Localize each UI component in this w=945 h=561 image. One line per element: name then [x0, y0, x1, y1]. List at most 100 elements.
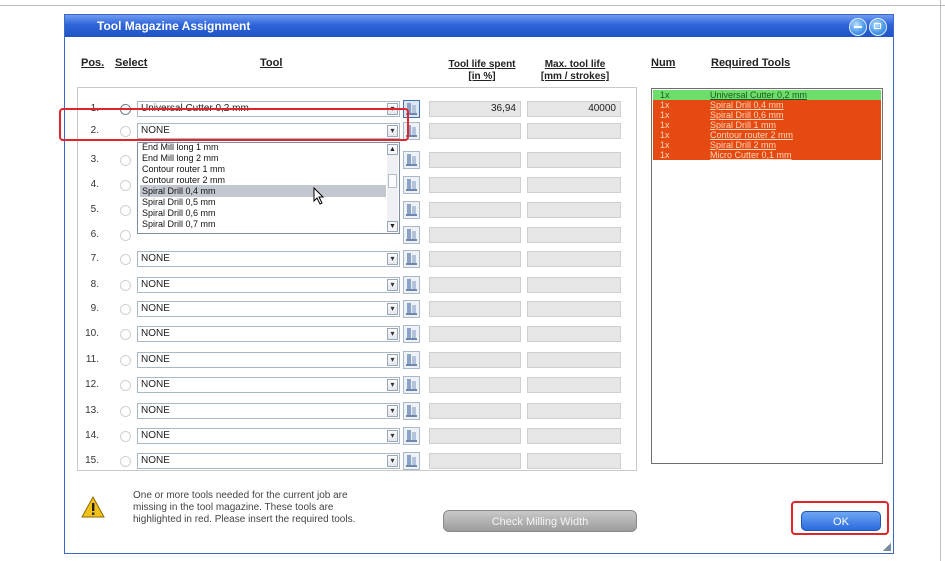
max-tool-life-field — [527, 301, 621, 317]
row-position: 12. — [85, 379, 99, 390]
chevron-down-icon[interactable]: ▾ — [387, 253, 398, 265]
scroll-thumb[interactable] — [388, 174, 397, 188]
row-position: 10. — [85, 328, 99, 339]
tool-select[interactable]: NONE ▾ — [137, 428, 400, 444]
required-tool-count: 1x — [660, 120, 670, 130]
select-radio[interactable] — [120, 230, 131, 241]
tool-magazine-dialog: Tool Magazine Assignment Pos. Select Too… — [59, 14, 894, 554]
required-tool-count: 1x — [660, 100, 670, 110]
select-radio[interactable] — [120, 456, 131, 467]
chevron-down-icon[interactable]: ▾ — [387, 430, 398, 442]
tool-change-icon[interactable] — [403, 226, 420, 244]
max-tool-life-field — [527, 326, 621, 342]
tool-select[interactable]: NONE ▾ — [137, 326, 400, 342]
tool-change-icon[interactable] — [403, 452, 420, 470]
max-tool-life-field — [527, 202, 621, 218]
row-position: 7. — [90, 253, 99, 264]
scroll-up-icon[interactable]: ▲ — [387, 144, 398, 155]
tool-change-icon[interactable] — [403, 201, 420, 219]
mouse-cursor-icon — [313, 187, 325, 205]
tool-select[interactable]: NONE ▾ — [137, 301, 400, 317]
row-position: 4. — [90, 179, 99, 190]
tool-change-icon[interactable] — [403, 250, 420, 268]
tool-life-spent-field — [429, 227, 521, 243]
select-radio[interactable] — [120, 280, 131, 291]
tool-select[interactable]: NONE ▾ — [137, 277, 400, 293]
tool-select-value: NONE — [141, 430, 170, 441]
required-tool-row: 1x Spiral Drill 2 mm — [653, 140, 881, 150]
required-tool-row: 1x Contour router 2 mm — [653, 130, 881, 140]
required-tool-name: Universal Cutter 0,2 mm — [710, 90, 808, 100]
tool-life-spent-field — [429, 123, 521, 139]
maximize-icon[interactable] — [869, 18, 887, 36]
tool-change-icon[interactable] — [403, 325, 420, 343]
tool-change-icon[interactable] — [403, 402, 420, 420]
max-tool-life-field — [527, 123, 621, 139]
tool-change-icon[interactable] — [403, 427, 420, 445]
tool-change-icon[interactable] — [403, 351, 420, 369]
dropdown-option[interactable]: Spiral Drill 0,7 mm — [140, 218, 386, 230]
required-tool-name: Spiral Drill 0,4 mm — [710, 100, 784, 110]
required-tool-count: 1x — [660, 90, 670, 100]
max-tool-life-field — [527, 177, 621, 193]
tool-select-value: NONE — [141, 279, 170, 290]
dropdown-scrollbar[interactable]: ▲ ▼ — [387, 144, 398, 232]
max-tool-life-field — [527, 227, 621, 243]
required-tool-row: 1x Spiral Drill 0,4 mm — [653, 100, 881, 110]
tool-select[interactable]: NONE ▾ — [137, 453, 400, 469]
tool-life-spent-field — [429, 152, 521, 168]
scroll-down-icon[interactable]: ▼ — [387, 221, 398, 232]
minimize-icon[interactable] — [849, 18, 867, 36]
select-radio[interactable] — [120, 254, 131, 265]
chevron-down-icon[interactable]: ▾ — [387, 303, 398, 315]
tool-select[interactable]: NONE ▾ — [137, 377, 400, 393]
max-tool-life-field — [527, 428, 621, 444]
select-radio[interactable] — [120, 355, 131, 366]
select-radio[interactable] — [120, 304, 131, 315]
chevron-down-icon[interactable]: ▾ — [387, 405, 398, 417]
window-title: Tool Magazine Assignment — [97, 19, 251, 33]
tool-change-icon[interactable] — [403, 276, 420, 294]
chevron-down-icon[interactable]: ▾ — [387, 354, 398, 366]
row-2-highlight — [59, 108, 409, 141]
tool-change-icon[interactable] — [403, 300, 420, 318]
chevron-down-icon[interactable]: ▾ — [387, 455, 398, 467]
tool-life-spent-field — [429, 251, 521, 267]
chevron-down-icon[interactable]: ▾ — [387, 379, 398, 391]
row-position: 11. — [85, 354, 99, 365]
select-radio[interactable] — [120, 155, 131, 166]
tool-dropdown-list[interactable]: End Mill long 1 mm End Mill long 2 mm Cont… — [137, 142, 400, 234]
required-tool-name: Spiral Drill 1 mm — [710, 120, 777, 130]
tool-select[interactable]: NONE ▾ — [137, 251, 400, 267]
resize-grip[interactable] — [883, 543, 891, 551]
tool-select-value: NONE — [141, 455, 170, 466]
select-radio[interactable] — [120, 406, 131, 417]
row-position: 9. — [90, 303, 99, 314]
tool-life-spent-field — [429, 202, 521, 218]
select-radio[interactable] — [120, 431, 131, 442]
select-radio[interactable] — [120, 180, 131, 191]
tool-change-icon[interactable] — [403, 151, 420, 169]
chevron-down-icon[interactable]: ▾ — [387, 328, 398, 340]
tool-change-icon[interactable] — [403, 376, 420, 394]
row-position: 15. — [85, 455, 99, 466]
tool-life-spent-field — [429, 377, 521, 393]
chevron-down-icon[interactable]: ▾ — [387, 279, 398, 291]
tool-select[interactable]: NONE ▾ — [137, 352, 400, 368]
required-tool-row: 1x Spiral Drill 1 mm — [653, 120, 881, 130]
tool-select[interactable]: NONE ▾ — [137, 403, 400, 419]
header-num: Num — [651, 57, 676, 69]
check-milling-width-button[interactable]: Check Milling Width — [443, 510, 637, 532]
row-position: 8. — [90, 279, 99, 290]
title-bar[interactable]: Tool Magazine Assignment — [65, 15, 893, 37]
select-radio[interactable] — [120, 329, 131, 340]
tool-life-spent-field — [429, 352, 521, 368]
row-position: 3. — [90, 154, 99, 165]
select-radio[interactable] — [120, 205, 131, 216]
tool-life-spent-field — [429, 177, 521, 193]
tool-change-icon[interactable] — [403, 176, 420, 194]
select-radio[interactable] — [120, 380, 131, 391]
ok-button[interactable]: OK — [801, 511, 881, 531]
page-right-rule — [940, 0, 941, 561]
header-tool-life-spent: Tool life spent [in %] — [448, 59, 516, 82]
